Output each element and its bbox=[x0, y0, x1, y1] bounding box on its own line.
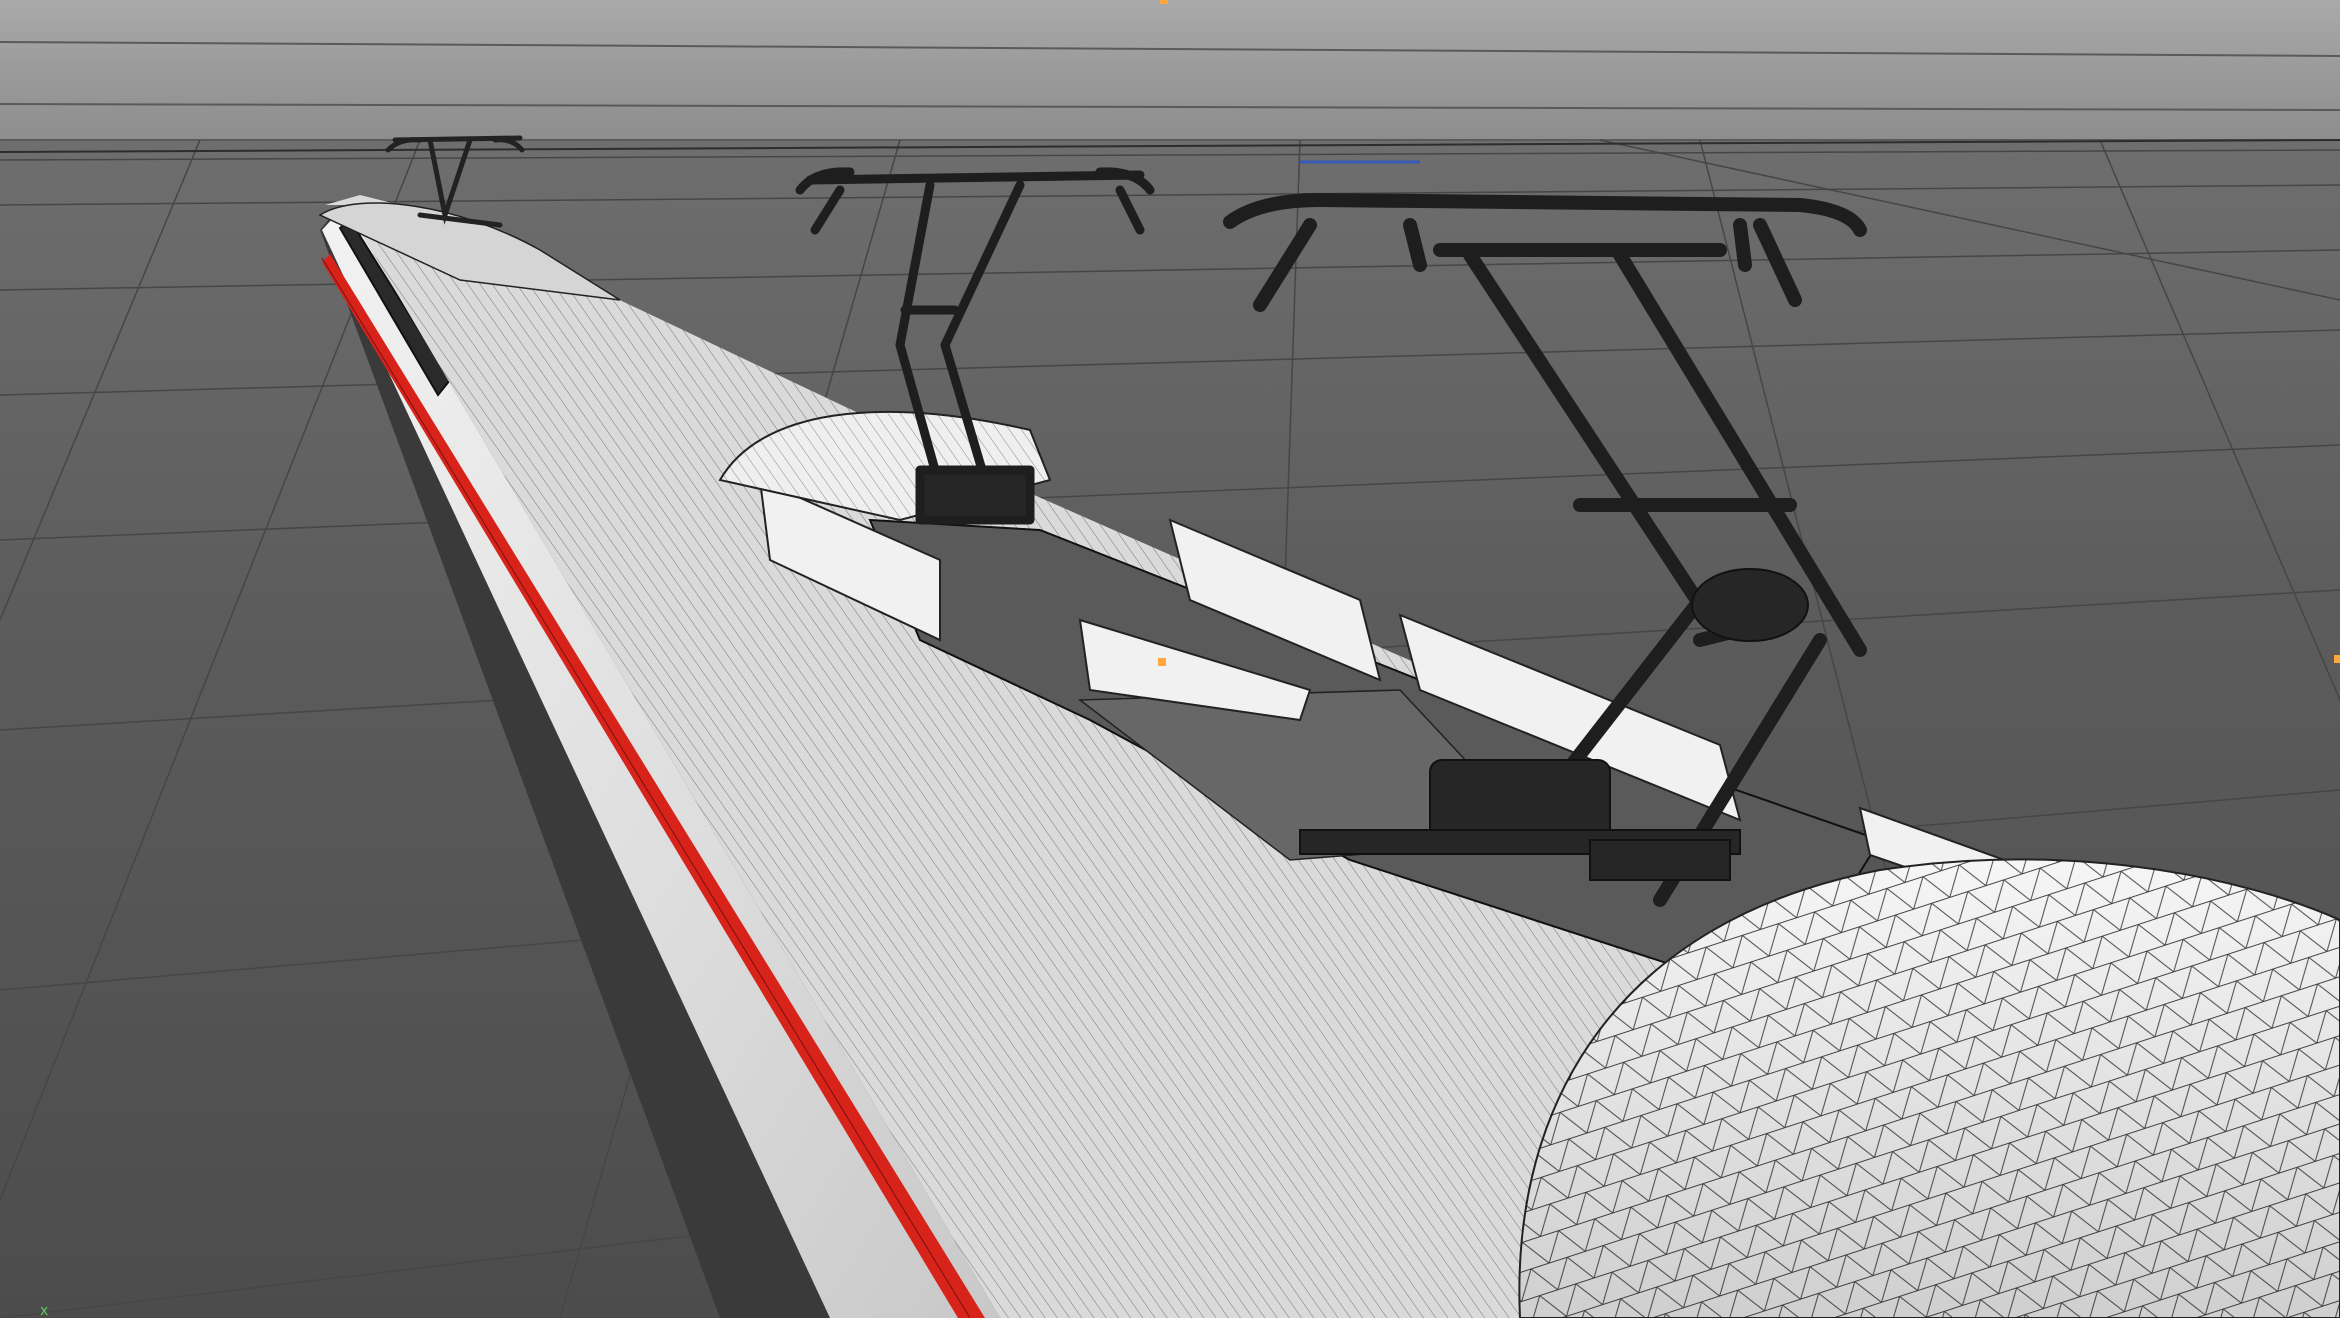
axis-x-indicator: x bbox=[40, 1303, 49, 1318]
sky-background bbox=[0, 0, 2340, 150]
3d-viewport[interactable]: x bbox=[0, 0, 2340, 1318]
selection-marker-edge[interactable] bbox=[2334, 655, 2340, 663]
selection-marker[interactable] bbox=[1158, 658, 1166, 666]
scene-render[interactable] bbox=[0, 0, 2340, 1318]
selection-marker-top[interactable] bbox=[1160, 0, 1168, 4]
